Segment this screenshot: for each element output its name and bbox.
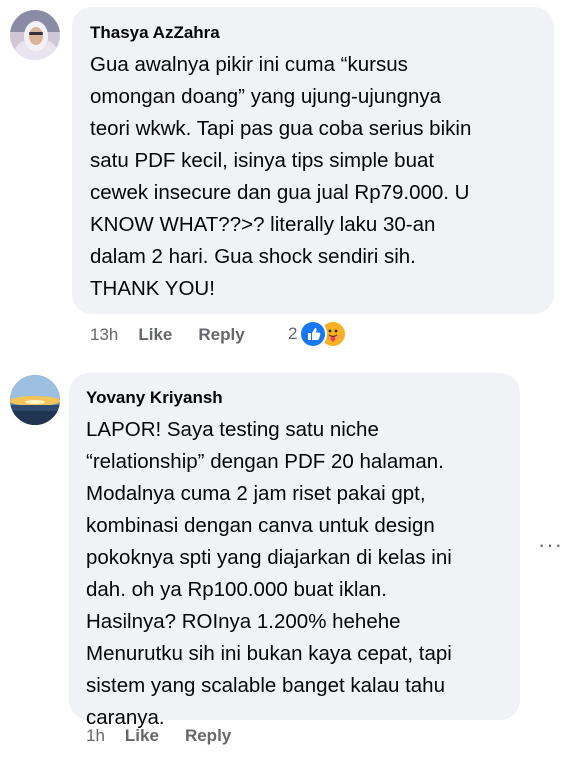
reaction-summary[interactable]: 2 (288, 320, 348, 348)
comment-actions: 1h Like Reply (86, 724, 231, 748)
reply-button[interactable]: Reply (198, 325, 244, 345)
reaction-count: 2 (288, 324, 298, 343)
more-options-button[interactable]: ··· (538, 532, 563, 558)
reply-button[interactable]: Reply (185, 726, 231, 746)
comment-bubble: Yovany Kriyansh LAPOR! Saya testing satu… (69, 373, 520, 729)
avatar[interactable] (10, 10, 60, 60)
comment-bubble: Thasya AzZahra Gua awalnya pikir ini cum… (72, 7, 554, 314)
avatar-image (10, 375, 60, 425)
comment-thasya: Thasya AzZahra Gua awalnya pikir ini cum… (0, 0, 574, 360)
avatar-image (10, 10, 60, 60)
avatar[interactable] (10, 375, 60, 425)
comment-yovany: Yovany Kriyansh LAPOR! Saya testing satu… (0, 360, 574, 760)
like-button[interactable]: Like (125, 726, 159, 746)
comment-text: LAPOR! Saya testing satu niche “relation… (86, 418, 452, 729)
comment-author[interactable]: Thasya AzZahra (90, 23, 538, 43)
comment-text: Gua awalnya pikir ini cuma “kursus omong… (90, 53, 472, 300)
like-reaction-icon (299, 320, 328, 348)
like-button[interactable]: Like (138, 325, 172, 345)
comment-timestamp[interactable]: 13h (90, 325, 118, 345)
comment-actions: 13h Like Reply (90, 323, 245, 347)
comment-timestamp[interactable]: 1h (86, 726, 105, 746)
comment-author[interactable]: Yovany Kriyansh (86, 388, 504, 408)
